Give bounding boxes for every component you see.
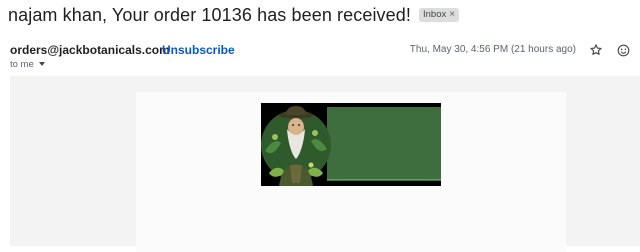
banner-divider: [327, 179, 441, 180]
remove-label-icon[interactable]: ×: [449, 10, 455, 20]
inbox-label-text: Inbox: [423, 9, 447, 20]
botanist-illustration: [261, 106, 331, 186]
banner-background: [327, 107, 441, 181]
recipient-details-toggle[interactable]: to me: [10, 58, 45, 70]
subject-row: najam khan, Your order 10136 has been re…: [8, 2, 460, 28]
add-reaction-icon[interactable]: [614, 41, 632, 59]
email-subject: najam khan, Your order 10136 has been re…: [8, 4, 411, 25]
brand-banner-image: [261, 103, 441, 186]
sender-address[interactable]: orders@jackbotanicals.com: [10, 43, 170, 57]
sender-row: orders@jackbotanicals.com Unsubscribe Th…: [10, 43, 632, 61]
recipient-text: to me: [10, 58, 34, 70]
email-body: [10, 76, 640, 252]
email-content-card: [136, 92, 566, 252]
star-icon[interactable]: [587, 41, 605, 59]
inbox-label-chip[interactable]: Inbox ×: [419, 8, 460, 22]
caret-down-icon: [38, 62, 45, 66]
unsubscribe-link[interactable]: Unsubscribe: [162, 43, 235, 57]
email-timestamp: Thu, May 30, 4:56 PM (21 hours ago): [409, 44, 576, 55]
